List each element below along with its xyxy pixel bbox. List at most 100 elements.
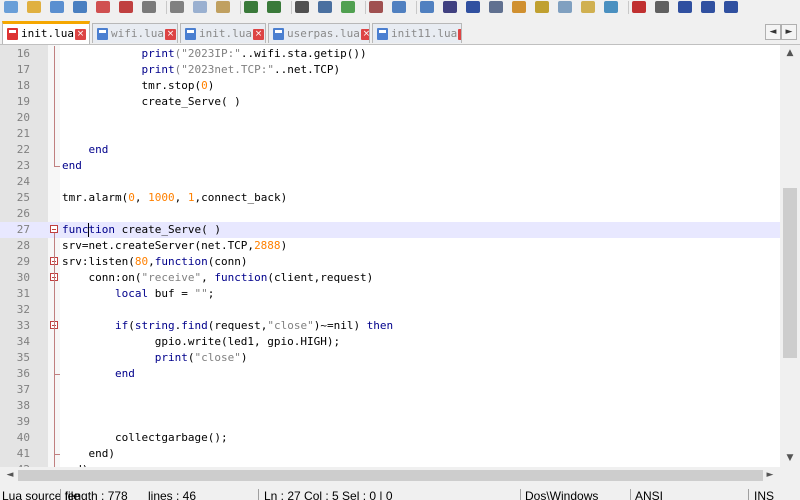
code-line[interactable]: 24 xyxy=(0,174,780,190)
function-list-icon[interactable] xyxy=(558,1,572,13)
zoom-out-icon[interactable] xyxy=(369,1,383,13)
redo-icon[interactable] xyxy=(267,1,281,13)
tab-init-lua[interactable]: init.lua × xyxy=(2,21,90,44)
code-line[interactable]: 32 xyxy=(0,302,780,318)
scroll-right-button[interactable]: ► xyxy=(760,467,780,484)
line-number: 19 xyxy=(16,95,30,108)
tab-userpas-lua[interactable]: userpas.lua × xyxy=(268,23,370,43)
code-line[interactable]: 26 xyxy=(0,206,780,222)
tab-init-lua[interactable]: init.lua × xyxy=(180,23,266,43)
line-number: 41 xyxy=(16,447,30,460)
file-icon xyxy=(7,28,18,40)
code-text: create_Serve( ) xyxy=(62,95,241,108)
code-line[interactable]: 28 srv=net.createServer(net.TCP,2888) xyxy=(0,238,780,254)
code-line[interactable]: 16 print("2023IP:"..wifi.sta.getip()) xyxy=(0,46,780,62)
tab-wifi-lua[interactable]: wifi.lua × xyxy=(92,23,178,43)
stop-record-icon[interactable] xyxy=(655,1,669,13)
code-editor[interactable]: 16 print("2023IP:"..wifi.sta.getip()) 17 … xyxy=(0,45,780,467)
close-icon[interactable] xyxy=(96,1,110,13)
copy-icon[interactable] xyxy=(193,1,207,13)
line-number: 30 xyxy=(16,271,30,284)
tab-scroll-right-button[interactable]: ► xyxy=(781,24,797,40)
cut-icon[interactable] xyxy=(170,1,184,13)
code-line[interactable]: 21 xyxy=(0,126,780,142)
code-line[interactable]: 36 end xyxy=(0,366,780,382)
code-line[interactable]: 19 create_Serve( ) xyxy=(0,94,780,110)
close-all-icon[interactable] xyxy=(119,1,133,13)
code-line[interactable]: 22 end xyxy=(0,142,780,158)
scroll-down-button[interactable]: ▼ xyxy=(780,450,800,467)
code-line[interactable]: 30 conn:on("receive", function(client,re… xyxy=(0,270,780,286)
tab-close-icon[interactable]: × xyxy=(164,28,176,40)
new-file-icon[interactable] xyxy=(4,1,18,13)
scroll-left-button[interactable]: ◄ xyxy=(0,467,20,484)
code-line[interactable]: 25 tmr.alarm(0, 1000, 1,connect_back) xyxy=(0,190,780,206)
line-number: 31 xyxy=(16,287,30,300)
folder-workspace-icon[interactable] xyxy=(581,1,595,13)
run-macro-multiple-icon[interactable] xyxy=(701,1,715,13)
tab-label: userpas.lua xyxy=(287,27,360,40)
record-macro-icon[interactable] xyxy=(632,1,646,13)
tab-bar: init.lua × wifi.lua × init.lua × userpas.lua × i… xyxy=(0,21,800,45)
code-line[interactable]: 20 xyxy=(0,110,780,126)
horizontal-scrollbar[interactable]: ◄ ► xyxy=(0,467,780,484)
code-line[interactable]: 38 xyxy=(0,398,780,414)
tab-close-icon[interactable]: × xyxy=(360,28,369,40)
user-language-icon[interactable] xyxy=(512,1,526,13)
tab-close-icon[interactable]: × xyxy=(74,28,86,40)
replace-icon[interactable] xyxy=(318,1,332,13)
horizontal-scroll-thumb[interactable] xyxy=(18,470,763,481)
code-line[interactable]: 34 gpio.write(led1, gpio.HIGH); xyxy=(0,334,780,350)
paste-icon[interactable] xyxy=(216,1,230,13)
indent-guide-icon[interactable] xyxy=(489,1,503,13)
open-file-icon[interactable] xyxy=(27,1,41,13)
monitor-icon[interactable] xyxy=(604,1,618,13)
save-icon[interactable] xyxy=(50,1,64,13)
vertical-scroll-thumb[interactable] xyxy=(783,188,797,358)
playback-icon[interactable] xyxy=(678,1,692,13)
tab-init11-lua[interactable]: init11.lua× xyxy=(372,23,462,43)
fold-guide xyxy=(54,329,55,374)
code-line[interactable]: 31 local buf = ""; xyxy=(0,286,780,302)
code-line[interactable]: 40 collectgarbage(); xyxy=(0,430,780,446)
doc-map-icon[interactable] xyxy=(535,1,549,13)
undo-icon[interactable] xyxy=(244,1,258,13)
code-line[interactable]: 33 if(string.find(request,"close")~=nil)… xyxy=(0,318,780,334)
print-icon[interactable] xyxy=(142,1,156,13)
code-line[interactable]: 37 xyxy=(0,382,780,398)
code-line[interactable]: 41 end) xyxy=(0,446,780,462)
code-line[interactable]: 27 function create_Serve( ) xyxy=(0,222,780,238)
line-number: 26 xyxy=(16,207,30,220)
tab-label: wifi.lua xyxy=(111,27,164,40)
tab-label: init.lua xyxy=(21,27,74,40)
save-macro-icon[interactable] xyxy=(724,1,738,13)
sync-horizontal-icon[interactable] xyxy=(420,1,434,13)
code-line[interactable]: 18 tmr.stop(0) xyxy=(0,78,780,94)
status-insert-mode[interactable]: INS xyxy=(754,490,774,500)
code-line[interactable]: 29 srv:listen(80,function(conn) xyxy=(0,254,780,270)
tab-close-icon[interactable]: × xyxy=(252,28,264,40)
line-number: 20 xyxy=(16,111,30,124)
line-number: 25 xyxy=(16,191,30,204)
sync-vertical-icon[interactable] xyxy=(392,1,406,13)
code-text: gpio.write(led1, gpio.HIGH); xyxy=(62,335,341,348)
zoom-in-icon[interactable] xyxy=(341,1,355,13)
find-icon[interactable] xyxy=(295,1,309,13)
vertical-scrollbar[interactable]: ▲ ▼ xyxy=(780,45,800,467)
code-line[interactable]: 35 print("close") xyxy=(0,350,780,366)
status-lines: lines : 46 xyxy=(148,489,197,500)
code-line[interactable]: 23 end xyxy=(0,158,780,174)
show-all-chars-icon[interactable] xyxy=(466,1,480,13)
status-bar: Lua source file length : 778 lines : 46 … xyxy=(0,489,800,500)
scroll-up-button[interactable]: ▲ xyxy=(780,45,800,62)
code-text: tmr.stop(0) xyxy=(62,79,215,92)
line-number: 33 xyxy=(16,319,30,332)
code-line[interactable]: 39 xyxy=(0,414,780,430)
tab-scroll-left-button[interactable]: ◄ xyxy=(765,24,781,40)
save-all-icon[interactable] xyxy=(73,1,87,13)
line-number: 37 xyxy=(16,383,30,396)
code-line[interactable]: 17 print("2023net.TCP:"..net.TCP) xyxy=(0,62,780,78)
fold-toggle-icon[interactable] xyxy=(50,225,58,233)
tab-close-icon[interactable]: × xyxy=(458,28,461,40)
word-wrap-icon[interactable] xyxy=(443,1,457,13)
